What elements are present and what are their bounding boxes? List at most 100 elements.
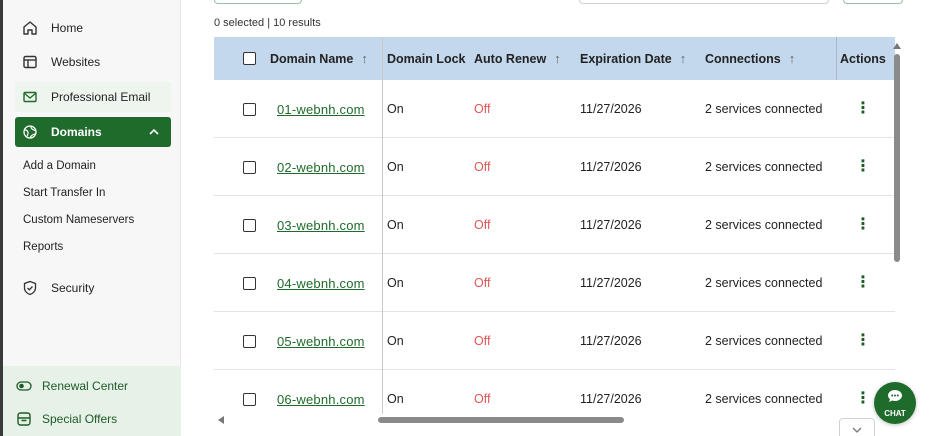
expiration-value: 11/27/2026 [580,160,642,174]
search-input[interactable] [579,0,829,4]
store-icon [15,410,33,428]
chat-label: CHAT [884,408,906,418]
header-divider [836,37,837,80]
connections-value: 2 services connected [705,334,823,348]
table-row: 05-webnh.com On Off 11/27/2026 2 service… [214,312,895,370]
kebab-menu-icon[interactable]: ⋮ [855,138,871,196]
sidebar-item-home[interactable]: Home [15,13,171,43]
column-header-actions: Actions [840,51,886,66]
domain-link[interactable]: 01-webnh.com [277,80,365,138]
sidebar-item-professional-email[interactable]: Professional Email [15,82,171,112]
horizontal-scroll-thumb[interactable] [378,417,624,423]
sidebar-item-label: Renewal Center [42,379,129,393]
expiration-value: 11/27/2026 [580,392,642,406]
sidebar-item-label: Special Offers [42,412,118,426]
connections-value: 2 services connected [705,160,823,174]
sort-arrow-icon: ↑ [679,51,687,66]
row-checkbox[interactable] [243,138,256,196]
connections-value: 2 services connected [705,392,823,406]
browser-window-icon [21,53,39,71]
kebab-menu-icon[interactable]: ⋮ [855,80,871,138]
sidebar-item-label: Domains [51,125,102,139]
kebab-menu-icon[interactable]: ⋮ [855,312,871,370]
kebab-menu-icon[interactable]: ⋮ [855,254,871,312]
chevron-up-icon[interactable] [149,125,159,139]
sidebar-subitem-start-transfer[interactable]: Start Transfer In [23,187,105,199]
chevron-down-icon [852,420,862,436]
domain-lock-value: On [387,102,404,116]
table-row: 03-webnh.com On Off 11/27/2026 2 service… [214,196,895,254]
connections-value: 2 services connected [705,276,823,290]
domain-link[interactable]: 03-webnh.com [277,196,365,254]
sidebar-item-websites[interactable]: Websites [15,47,171,77]
vertical-scroll-thumb[interactable] [894,54,900,262]
column-header-connections[interactable]: Connections ↑ [705,37,795,80]
scroll-up-arrow-icon[interactable] [893,43,901,49]
expiration-value: 11/27/2026 [580,276,642,290]
home-icon [21,19,39,37]
top-filter-button[interactable] [843,0,903,4]
sidebar-item-special-offers[interactable]: Special Offers [15,410,117,428]
row-checkbox[interactable] [243,312,256,370]
domain-link[interactable]: 06-webnh.com [277,370,365,414]
auto-renew-value: Off [474,160,491,174]
auto-renew-value: Off [474,334,491,348]
shield-icon [21,279,39,297]
sidebar-item-label: Websites [51,55,101,69]
row-checkbox[interactable] [243,196,256,254]
domains-table: Domain Name ↑ Domain Lock Auto Renew ↑ E… [214,37,895,414]
chat-button[interactable]: CHAT [874,382,916,424]
table-header: Domain Name ↑ Domain Lock Auto Renew ↑ E… [214,37,895,80]
results-count: 0 selected | 10 results [214,17,321,29]
sidebar: Home Websites Professional Email Domains… [3,0,181,436]
kebab-menu-icon[interactable]: ⋮ [855,196,871,254]
scroll-to-bottom-button[interactable] [839,418,875,436]
domain-lock-value: On [387,160,404,174]
mail-icon [21,88,39,106]
domain-lock-value: On [387,218,404,232]
horizontal-scrollbar[interactable] [214,414,895,426]
domain-lock-value: On [387,392,404,406]
sidebar-bottom-panel: Renewal Center Special Offers [3,366,181,436]
row-checkbox[interactable] [243,80,256,138]
domain-link[interactable]: 02-webnh.com [277,138,365,196]
sort-arrow-icon: ↑ [361,51,368,66]
sticky-column-divider [382,37,383,414]
select-all-checkbox[interactable] [243,37,256,80]
domain-link[interactable]: 04-webnh.com [277,254,365,312]
domain-lock-value: On [387,276,404,290]
column-header-auto-renew[interactable]: Auto Renew ↑ [474,37,561,80]
sidebar-subitem-reports[interactable]: Reports [23,241,63,253]
column-header-domain[interactable]: Domain Name ↑ [270,37,368,80]
auto-renew-value: Off [474,276,491,290]
row-checkbox[interactable] [243,370,256,414]
sidebar-item-domains[interactable]: Domains [15,117,171,147]
row-checkbox[interactable] [243,254,256,312]
auto-renew-value: Off [474,218,491,232]
auto-renew-value: Off [474,102,491,116]
table-row: 01-webnh.com On Off 11/27/2026 2 service… [214,80,895,138]
sidebar-item-renewal-center[interactable]: Renewal Center [15,377,128,395]
expiration-value: 11/27/2026 [580,218,642,232]
table-row: 04-webnh.com On Off 11/27/2026 2 service… [214,254,895,312]
sidebar-item-security[interactable]: Security [15,273,171,303]
kebab-menu-icon[interactable]: ⋮ [855,370,871,414]
sidebar-subitem-add-domain[interactable]: Add a Domain [23,160,96,172]
globe-icon [21,123,39,141]
sidebar-item-label: Professional Email [51,90,151,104]
table-row: 06-webnh.com On Off 11/27/2026 2 service… [214,370,895,414]
scroll-left-arrow-icon[interactable] [218,416,224,424]
domain-link[interactable]: 05-webnh.com [277,312,365,370]
connections-value: 2 services connected [705,218,823,232]
column-header-expiration[interactable]: Expiration Date ↑ [580,37,686,80]
sort-arrow-icon: ↑ [554,51,561,66]
top-action-button[interactable] [214,0,302,4]
toggle-icon [15,377,33,395]
sidebar-item-label: Security [51,281,95,295]
vertical-scrollbar[interactable] [892,40,904,414]
sidebar-subitem-custom-nameservers[interactable]: Custom Nameservers [23,214,134,226]
sidebar-item-label: Home [51,21,84,35]
main-content: 0 selected | 10 results Domain Name ↑ Do… [182,0,936,436]
auto-renew-value: Off [474,392,491,406]
column-header-domain-lock: Domain Lock [387,51,466,66]
